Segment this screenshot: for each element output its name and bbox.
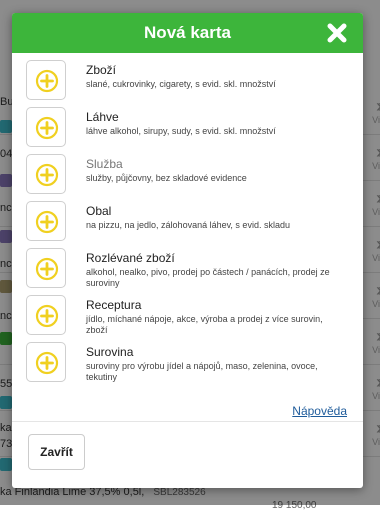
close-button[interactable]: Zavřít [28,434,85,470]
card-type-title: Surovina [86,345,134,359]
card-type-description: na pizzu, na jedlo, zálohovaná láhev, s … [86,220,290,230]
close-icon[interactable] [327,23,347,43]
card-type-list: Zboží slané, cukrovinky, cigarety, s evid… [12,60,363,422]
card-type-description: láhve alkohol, sirupy, sudy, s evid. skl… [86,126,276,136]
plus-circle-icon [35,304,59,328]
card-type-description: jídlo, míchané nápoje, akce, výroba a pr… [86,314,323,335]
add-card-type-button[interactable] [26,107,66,147]
new-card-dialog: Nová karta Zboží slané, cukrovinky, cigar… [12,13,363,488]
plus-circle-icon [35,116,59,140]
card-type-item[interactable]: Obal na pizzu, na jedlo, zálohovaná láhev… [26,201,351,245]
card-type-title: Obal [86,204,112,218]
card-type-title: Láhve [86,110,119,124]
add-card-type-button[interactable] [26,248,66,288]
card-type-description: slané, cukrovinky, cigarety, s evid. skl… [86,79,276,89]
card-type-item[interactable]: Surovina suroviny pro výrobu jídel a nápo… [26,342,351,386]
plus-circle-icon [35,351,59,375]
plus-circle-icon [35,163,59,187]
add-card-type-button[interactable] [26,295,66,335]
card-type-title: Zboží [86,63,117,77]
add-card-type-button[interactable] [26,201,66,241]
card-type-item[interactable]: Rozlévané zboží alkohol, nealko, pivo, pr… [26,248,351,292]
card-type-item[interactable]: Láhve láhve alkohol, sirupy, sudy, s evid… [26,107,351,151]
card-type-description: suroviny pro výrobu jídel a nápojů, maso… [86,361,318,382]
card-type-title: Služba [86,157,123,171]
dialog-title: Nová karta [144,23,231,42]
card-type-item[interactable]: Receptura jídlo, míchané nápoje, akce, vý… [26,295,351,339]
card-type-title: Rozlévané zboží [86,251,175,265]
plus-circle-icon [35,69,59,93]
dialog-header: Nová karta [12,13,363,53]
card-type-item[interactable]: Zboží slané, cukrovinky, cigarety, s evid… [26,60,351,104]
card-type-item[interactable]: Služba služby, půjčovny, bez skladové evi… [26,154,351,198]
card-type-description: alkohol, nealko, pivo, prodej po částech… [86,267,330,288]
add-card-type-button[interactable] [26,342,66,382]
plus-circle-icon [35,257,59,281]
plus-circle-icon [35,210,59,234]
card-type-description: služby, půjčovny, bez skladové evidence [86,173,247,183]
card-type-title: Receptura [86,298,142,312]
footer-divider [12,421,363,422]
add-card-type-button[interactable] [26,60,66,100]
help-link[interactable]: Nápověda [292,404,347,418]
add-card-type-button[interactable] [26,154,66,194]
